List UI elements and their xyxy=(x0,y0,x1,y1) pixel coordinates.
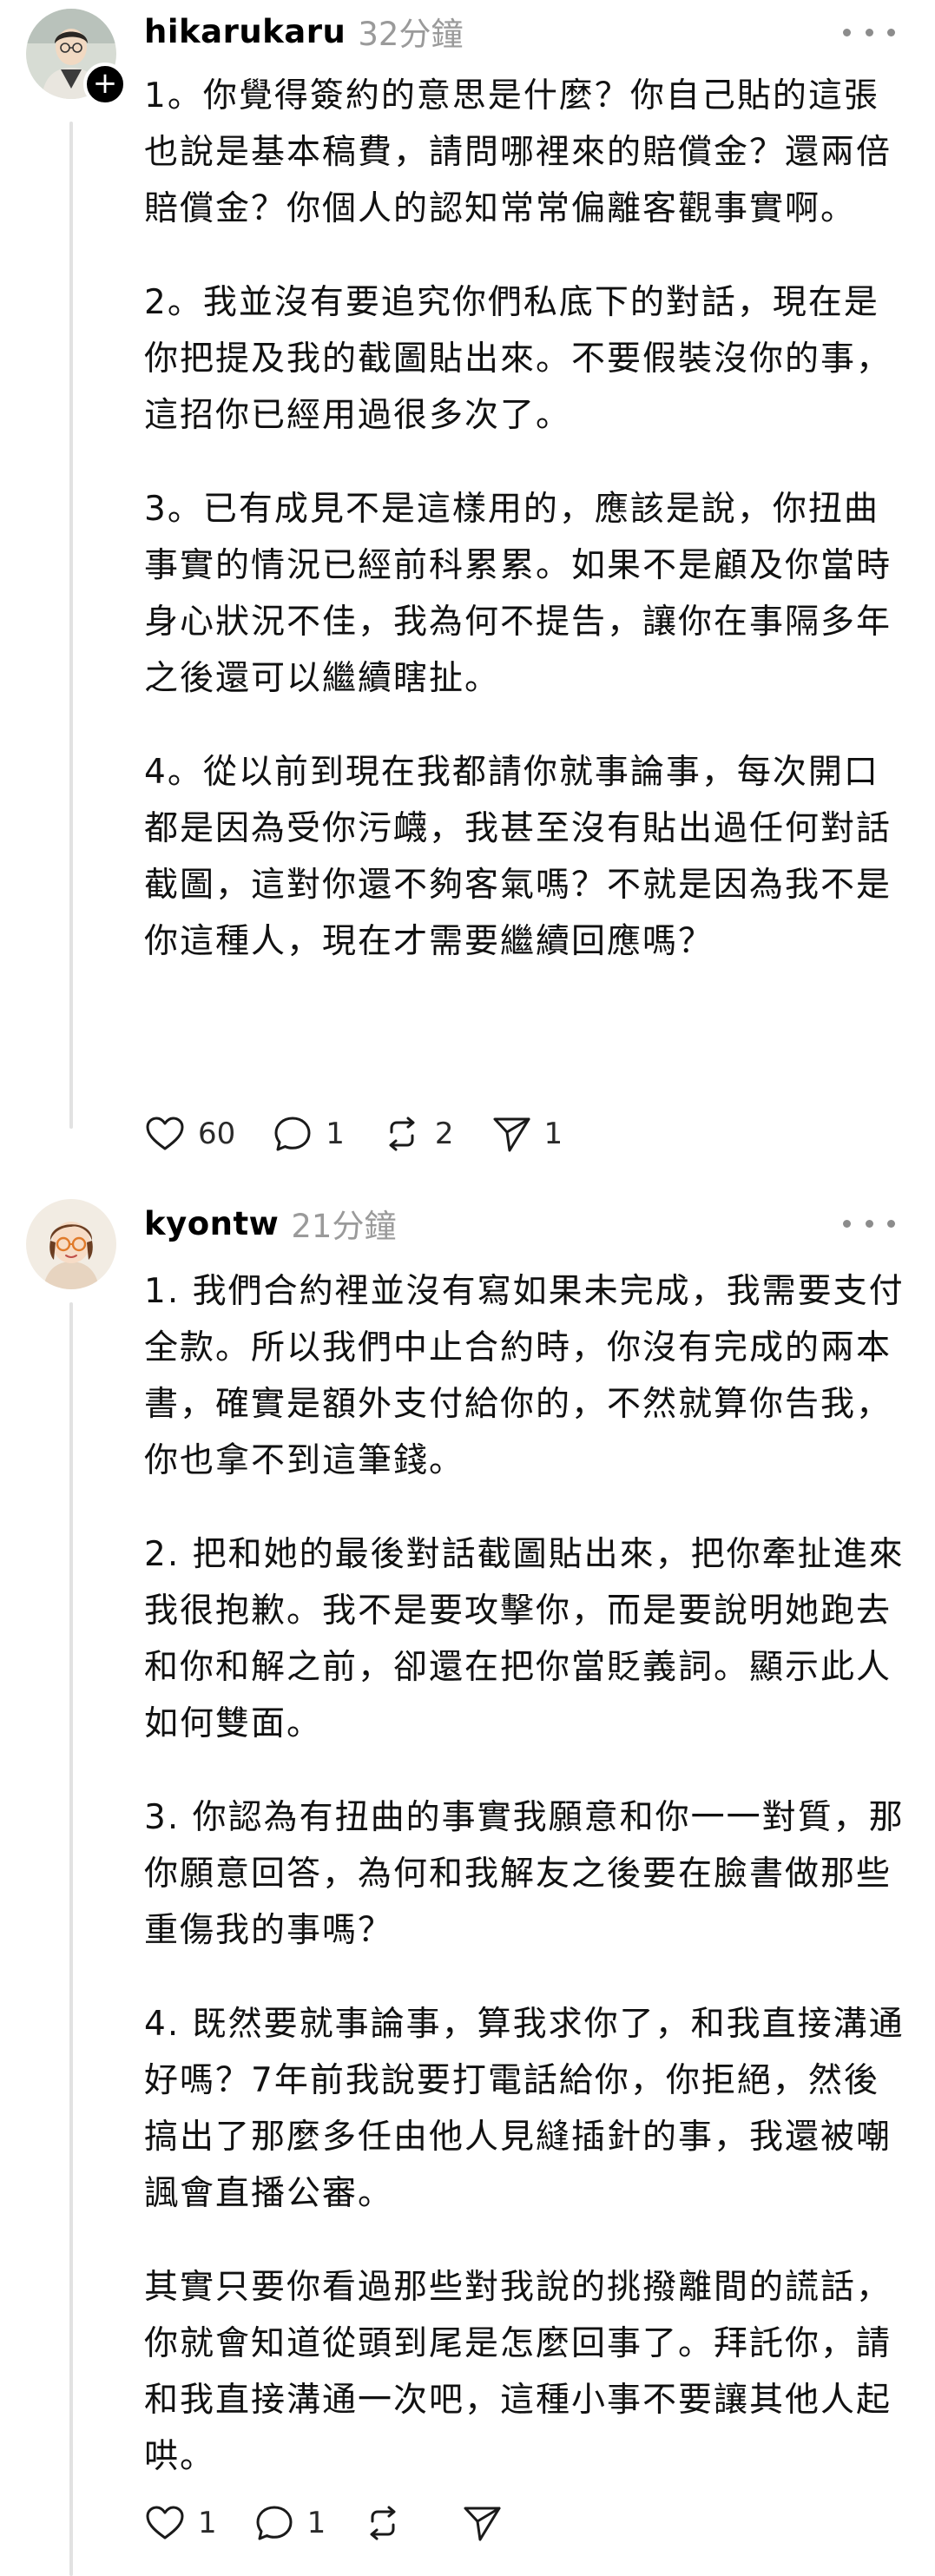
person-with-orange-glasses-avatar-icon xyxy=(26,1199,116,1289)
avatar[interactable] xyxy=(26,1199,116,1289)
timestamp[interactable]: 21分鐘 xyxy=(291,1200,396,1247)
post-body: 1. 我們合約裡並沒有寫如果未完成，我需要支付全款。所以我們中止合約時，你沒有完… xyxy=(144,1263,908,2522)
repost-icon xyxy=(370,2506,396,2540)
more-options-icon[interactable] xyxy=(843,19,895,45)
reply-count: 1 xyxy=(326,1117,345,1151)
post-actions: 1 1 xyxy=(144,2497,560,2549)
username[interactable]: kyontw xyxy=(144,1205,279,1242)
share-button[interactable]: 1 xyxy=(491,1113,563,1155)
post-paragraph: 2。我並沒有要追究你們私底下的對話，現在是你把提及我的截圖貼出來。不要假裝沒你的… xyxy=(144,283,892,435)
reply-count: 1 xyxy=(306,2506,326,2540)
post-paragraph: 1. 我們合約裡並沒有寫如果未完成，我需要支付全款。所以我們中止合約時，你沒有完… xyxy=(144,1272,905,1480)
post-header: hikarukaru 32分鐘 xyxy=(144,5,463,57)
post-paragraph: 3。已有成見不是這樣用的，應該是說，你扭曲事實的情況已經前科累累。如果不是顧及你… xyxy=(144,490,892,698)
reply-button[interactable]: 1 xyxy=(272,1113,345,1155)
repost-icon xyxy=(389,1117,415,1151)
more-options-icon[interactable] xyxy=(843,1210,895,1236)
post-paragraph: 其實只要你看過那些對我說的挑撥離間的謊話，你就會知道從頭到尾是怎麼回事了。拜託你… xyxy=(144,2268,892,2476)
thread-connector-line xyxy=(69,122,73,1129)
heart-icon xyxy=(146,1117,184,1150)
follow-plus-icon[interactable]: + xyxy=(83,63,127,106)
repost-count: 2 xyxy=(434,1117,454,1151)
post-paragraph: 3. 你認為有扭曲的事實我願意和你一一對質，那你願意回答，為何和我解友之後要在臉… xyxy=(144,1798,905,1950)
like-button[interactable]: 1 xyxy=(144,2502,217,2544)
like-button[interactable]: 60 xyxy=(144,1113,235,1155)
repost-button[interactable]: 2 xyxy=(381,1113,454,1155)
post-actions: 60 1 2 1 xyxy=(144,1108,599,1160)
send-icon xyxy=(493,1117,530,1152)
post-paragraph: 1。你覺得簽約的意思是什麼？你自己貼的這張也說是基本稿費，請問哪裡來的賠償金？還… xyxy=(144,76,892,228)
timestamp[interactable]: 32分鐘 xyxy=(358,8,463,55)
share-button[interactable] xyxy=(461,2502,523,2544)
post-body: 1。你覺得簽約的意思是什麼？你自己貼的這張也說是基本稿費，請問哪裡來的賠償金？還… xyxy=(144,68,908,1007)
like-count: 1 xyxy=(198,2506,217,2540)
post-header: kyontw 21分鐘 xyxy=(144,1197,396,1249)
post-paragraph: 4. 既然要就事論事，算我求你了，和我直接溝通好嗎？7年前我說要打電話給你，你拒… xyxy=(144,2005,905,2213)
post-paragraph: 2. 把和她的最後對話截圖貼出來，把你牽扯進來我很抱歉。我不是要攻擊你，而是要說… xyxy=(144,1535,905,1743)
thread-connector-line xyxy=(69,1302,73,2576)
comment-icon xyxy=(274,1117,311,1151)
share-count: 1 xyxy=(543,1117,563,1151)
reply-button[interactable]: 1 xyxy=(254,2502,326,2544)
comment-icon xyxy=(256,2506,293,2540)
username[interactable]: hikarukaru xyxy=(144,13,346,50)
repost-button[interactable] xyxy=(362,2502,425,2544)
like-count: 60 xyxy=(198,1117,236,1151)
send-icon xyxy=(464,2507,501,2541)
thread-view: + hikarukaru 32分鐘 1。你覺得簽約的意思是什麼？你自己貼的這張也… xyxy=(0,0,935,2576)
post-paragraph: 4。從以前到現在我都請你就事論事，每次開口都是因為受你污衊，我甚至沒有貼出過任何… xyxy=(144,753,892,961)
heart-icon xyxy=(146,2506,184,2540)
